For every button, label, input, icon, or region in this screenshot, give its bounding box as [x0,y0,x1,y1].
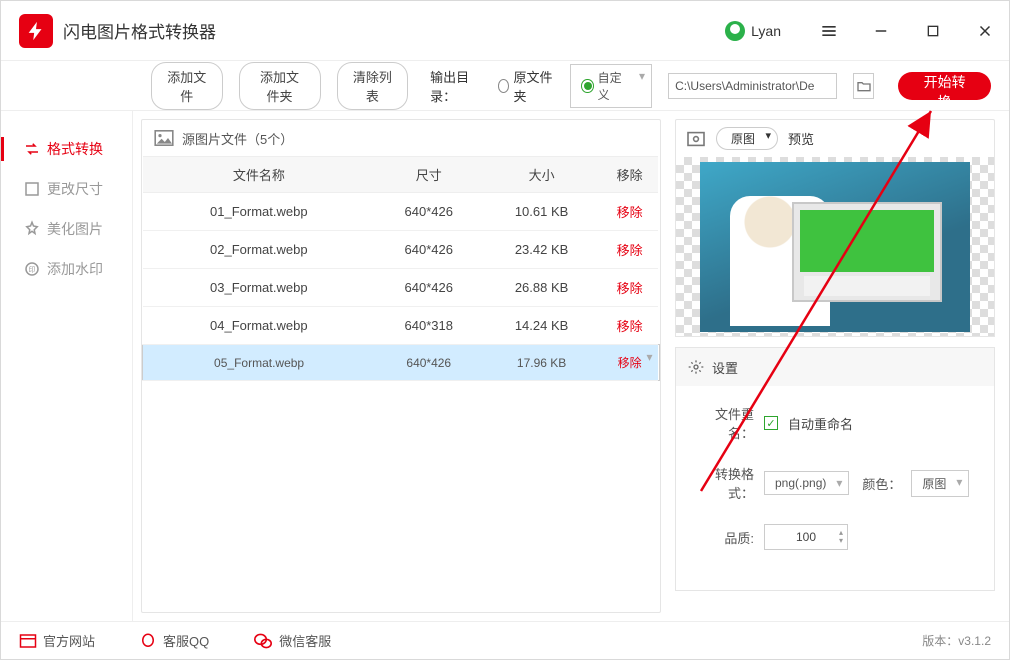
watermark-icon: 印 [23,260,41,278]
remove-link[interactable]: 移除 [601,231,659,269]
cell-size: 640*426 [375,231,482,269]
table-row[interactable]: 01_Format.webp640*42610.61 KB移除 [143,193,660,231]
cell-bytes: 26.88 KB [482,269,600,307]
cell-name: 03_Format.webp [143,269,376,307]
cell-name: 05_Format.webp [143,345,376,381]
auto-rename-checkbox[interactable]: ✓ [764,416,778,430]
close-icon[interactable] [973,19,997,43]
remove-link[interactable]: 移除 [601,345,659,381]
sidebar-item-resize[interactable]: 更改尺寸 [1,169,132,209]
user-name: Lyan [751,23,781,39]
convert-icon [23,140,41,158]
sidebar-item-format[interactable]: 格式转换 [1,129,132,169]
quality-label: 品质: [690,528,754,547]
menu-icon[interactable] [817,19,841,43]
qq-support-link[interactable]: 客服QQ [139,631,209,650]
sidebar-item-watermark[interactable]: 印 添加水印 [1,249,132,289]
wechat-icon [725,21,745,41]
format-label: 转换格式： [690,464,754,502]
quality-stepper[interactable]: 100 [764,524,848,550]
wechat-support-link[interactable]: 微信客服 [253,631,331,650]
cell-name: 01_Format.webp [143,193,376,231]
table-row[interactable]: 03_Format.webp640*42626.88 KB移除 [143,269,660,307]
rename-label: 文件重名： [690,404,754,442]
radio-original-folder[interactable]: 原文件夹 [498,67,554,105]
settings-title: 设置 [712,358,738,377]
gear-icon [688,359,704,375]
zoom-select[interactable]: 原图 [716,127,778,150]
col-name: 文件名称 [143,157,376,193]
remove-link[interactable]: 移除 [601,269,659,307]
output-dir-label: 输出目录： [430,67,482,105]
cell-bytes: 23.42 KB [482,231,600,269]
browse-folder-button[interactable] [853,73,874,99]
app-title: 闪电图片格式转换器 [63,18,216,43]
version-label: 版本：v3.1.2 [922,632,991,649]
cell-name: 02_Format.webp [143,231,376,269]
col-bytes: 大小 [482,157,600,193]
rename-value: 自动重命名 [788,414,853,433]
preview-header: 原图 预览 [675,119,995,157]
col-size: 尺寸 [375,157,482,193]
output-path-input[interactable] [668,73,837,99]
table-row[interactable]: 04_Format.webp640*31814.24 KB移除 [143,307,660,345]
start-convert-button[interactable]: 开始转换 [898,72,991,100]
minimize-icon[interactable] [869,19,893,43]
color-select[interactable]: 原图 [911,470,969,497]
sidebar: 格式转换 更改尺寸 美化图片 印 添加水印 [1,111,133,621]
svg-text:印: 印 [29,266,36,274]
footer: 官方网站 客服QQ 微信客服 版本：v3.1.2 [1,621,1009,659]
color-label: 颜色： [859,474,901,493]
preview-image [675,157,995,337]
cell-bytes: 10.61 KB [482,193,600,231]
sidebar-item-beautify[interactable]: 美化图片 [1,209,132,249]
radio-custom-folder[interactable]: 自定义 [570,64,652,108]
cell-size: 640*318 [375,307,482,345]
beautify-icon [23,220,41,238]
table-row[interactable]: 05_Format.webp640*42617.96 KB移除 [143,345,660,381]
col-remove: 移除 [601,157,659,193]
cell-size: 640*426 [375,193,482,231]
resize-icon [23,180,41,198]
add-folder-button[interactable]: 添加文件夹 [239,62,321,110]
remove-link[interactable]: 移除 [601,193,659,231]
image-icon [154,130,174,146]
remove-link[interactable]: 移除 [601,307,659,345]
add-file-button[interactable]: 添加文件 [151,62,223,110]
format-select[interactable]: png(.png) [764,471,849,495]
cell-size: 640*426 [375,345,482,381]
user-badge[interactable]: Lyan [725,21,781,41]
title-bar: 闪电图片格式转换器 Lyan [1,1,1009,61]
preview-label: 预览 [788,129,814,148]
toolbar: 添加文件 添加文件夹 清除列表 输出目录： 原文件夹 自定义 开始转换 [1,61,1009,111]
official-site-link[interactable]: 官方网站 [19,631,95,650]
cell-bytes: 14.24 KB [482,307,600,345]
fit-icon[interactable] [686,131,706,147]
cell-name: 04_Format.webp [143,307,376,345]
cell-bytes: 17.96 KB [482,345,600,381]
settings-panel: 设置 文件重名： ✓ 自动重命名 转换格式： png(.png) 颜色： 原图 [675,347,995,591]
maximize-icon[interactable] [921,19,945,43]
file-table: 文件名称 尺寸 大小 移除 01_Format.webp640*42610.61… [142,156,660,381]
file-panel-title: 源图片文件（5个） [182,129,293,148]
clear-list-button[interactable]: 清除列表 [337,62,409,110]
cell-size: 640*426 [375,269,482,307]
app-logo [19,14,53,48]
table-row[interactable]: 02_Format.webp640*42623.42 KB移除 [143,231,660,269]
file-panel: 源图片文件（5个） 文件名称 尺寸 大小 移除 01_Format.webp64… [141,119,661,613]
